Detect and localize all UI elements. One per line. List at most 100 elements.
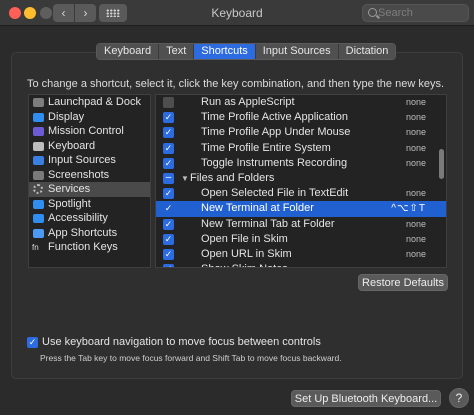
shortcut-label: Toggle Instruments Recording <box>201 156 348 169</box>
shortcut-key[interactable]: none <box>406 186 426 201</box>
shortcut-label: Time Profile App Under Mouse <box>201 126 351 139</box>
shortcut-row[interactable]: ✓ New Terminal Tab at Folder none <box>156 217 446 232</box>
shortcut-checkbox[interactable]: ✓ <box>163 264 174 267</box>
shortcut-group-row[interactable]: – ▼ Files and Folders <box>156 171 446 186</box>
category-item-keyboard[interactable]: Keyboard <box>29 139 150 154</box>
shortcut-key[interactable]: none <box>406 156 426 171</box>
shortcut-label: Time Profile Active Application <box>201 111 348 124</box>
category-item-accessibility[interactable]: Accessibility <box>29 211 150 226</box>
title-bar: ‹ › Keyboard Search <box>0 0 474 26</box>
shortcut-key[interactable]: none <box>406 217 426 232</box>
category-label: Input Sources <box>48 154 116 166</box>
category-label: Screenshots <box>48 168 110 181</box>
category-item-screenshots[interactable]: Screenshots <box>29 168 150 183</box>
screenshots-icon <box>33 170 44 180</box>
category-item-services[interactable]: Services <box>29 182 150 197</box>
search-field[interactable]: Search <box>362 4 469 22</box>
display-icon <box>33 112 44 122</box>
app-shortcuts-icon <box>33 228 44 238</box>
category-label: App Shortcuts <box>48 226 118 239</box>
shortcut-list[interactable]: Run as AppleScript none ✓ Time Profile Acti… <box>155 94 447 268</box>
shortcut-checkbox[interactable]: ✓ <box>163 157 174 169</box>
tab-shortcuts[interactable]: Shortcuts <box>194 44 256 59</box>
category-item-display[interactable]: Display <box>29 110 150 125</box>
shortcut-key[interactable]: none <box>406 110 426 125</box>
keyboard-navigation-label: Use keyboard navigation to move focus be… <box>42 336 321 348</box>
shortcut-label: Open URL in Skim <box>201 247 292 260</box>
keyboard-navigation-checkbox[interactable]: ✓ <box>27 337 38 348</box>
category-item-app-shortcuts[interactable]: App Shortcuts <box>29 226 150 241</box>
shortcut-list-scrollbar[interactable] <box>439 149 444 179</box>
category-item-launchpad-dock[interactable]: Launchpad & Dock <box>29 95 150 110</box>
shortcut-label: Show Skim Notes <box>201 262 288 267</box>
shortcut-label: Open File in Skim <box>201 232 288 245</box>
shortcut-checkbox[interactable]: ✓ <box>163 112 174 124</box>
shortcut-label: Time Profile Entire System <box>201 141 331 154</box>
gear-icon <box>33 184 43 194</box>
mission-control-icon <box>33 127 44 136</box>
shortcut-checkbox[interactable]: ✓ <box>163 188 174 200</box>
tab-keyboard[interactable]: Keyboard <box>97 44 160 59</box>
input-sources-icon <box>33 156 44 165</box>
category-item-mission-control[interactable]: Mission Control <box>29 124 150 139</box>
shortcut-key[interactable]: none <box>406 125 426 140</box>
restore-defaults-button[interactable]: Restore Defaults <box>358 274 448 291</box>
category-label: Spotlight <box>48 197 91 210</box>
keyboard-navigation-hint: Press the Tab key to move focus forward … <box>40 353 342 363</box>
shortcut-key[interactable]: none <box>406 247 426 262</box>
shortcut-checkbox[interactable]: ✓ <box>163 142 174 154</box>
category-item-spotlight[interactable]: Spotlight <box>29 197 150 212</box>
shortcut-row[interactable]: ✓ New Terminal at Folder ^⌥⇧T <box>156 201 446 217</box>
category-label: Mission Control <box>48 125 124 137</box>
setup-bluetooth-keyboard-button[interactable]: Set Up Bluetooth Keyboard... <box>291 390 441 407</box>
shortcut-key[interactable]: none <box>406 95 426 110</box>
shortcut-label: New Terminal Tab at Folder <box>201 217 335 230</box>
category-item-function-keys[interactable]: fn Function Keys <box>29 240 150 255</box>
shortcut-checkbox[interactable]: ✓ <box>163 203 174 214</box>
category-label: Accessibility <box>48 212 108 224</box>
accessibility-icon <box>33 214 44 223</box>
tab-input-sources[interactable]: Input Sources <box>255 44 339 59</box>
shortcut-checkbox[interactable]: ✓ <box>163 233 174 245</box>
shortcut-row[interactable]: ✓ Show Skim Notes <box>156 262 446 267</box>
shortcut-key[interactable]: ^⌥⇧T <box>391 201 426 216</box>
category-label: Keyboard <box>48 139 96 152</box>
fn-icon: fn <box>32 243 39 252</box>
shortcut-label: Open Selected File in TextEdit <box>201 187 349 200</box>
shortcut-label: Run as AppleScript <box>201 96 295 108</box>
shortcut-row[interactable]: ✓ Open Selected File in TextEdit none <box>156 186 446 201</box>
search-placeholder: Search <box>378 7 413 19</box>
help-button[interactable]: ? <box>449 388 469 408</box>
disclosure-triangle-icon[interactable]: ▼ <box>181 171 189 186</box>
shortcut-checkbox[interactable]: ✓ <box>163 248 174 260</box>
shortcut-row[interactable]: ✓ Toggle Instruments Recording none <box>156 156 446 171</box>
tab-dictation[interactable]: Dictation <box>338 44 396 59</box>
spotlight-icon <box>33 199 44 209</box>
category-item-input-sources[interactable]: Input Sources <box>29 153 150 168</box>
search-icon <box>368 8 377 17</box>
shortcut-key[interactable]: none <box>406 232 426 247</box>
shortcut-checkbox[interactable]: ✓ <box>163 127 174 139</box>
shortcut-row[interactable]: ✓ Open File in Skim none <box>156 232 446 247</box>
shortcut-checkbox[interactable] <box>163 97 174 108</box>
keyboard-icon <box>33 141 44 151</box>
tab-bar: Keyboard Text Shortcuts Input Sources Dictat… <box>96 43 397 60</box>
shortcut-checkbox[interactable]: ✓ <box>163 218 174 230</box>
tab-text[interactable]: Text <box>159 44 195 59</box>
category-list[interactable]: Launchpad & Dock Display Mission Control Ke… <box>28 94 151 268</box>
shortcut-row[interactable]: ✓ Time Profile Active Application none <box>156 110 446 125</box>
shortcut-label: Files and Folders <box>190 171 275 184</box>
category-label: Function Keys <box>48 241 118 253</box>
shortcut-label: New Terminal at Folder <box>201 202 314 215</box>
shortcut-row[interactable]: ✓ Time Profile Entire System none <box>156 141 446 156</box>
instructions-text: To change a shortcut, select it, click t… <box>27 78 445 90</box>
shortcut-row[interactable]: ✓ Time Profile App Under Mouse none <box>156 125 446 140</box>
category-label: Display <box>48 110 85 123</box>
launchpad-icon <box>33 98 44 107</box>
category-label: Services <box>48 183 91 195</box>
shortcut-checkbox[interactable]: – <box>163 172 174 184</box>
shortcut-key[interactable]: none <box>406 141 426 156</box>
shortcut-row[interactable]: ✓ Open URL in Skim none <box>156 247 446 262</box>
shortcut-row[interactable]: Run as AppleScript none <box>156 95 446 110</box>
category-label: Launchpad & Dock <box>48 96 141 108</box>
